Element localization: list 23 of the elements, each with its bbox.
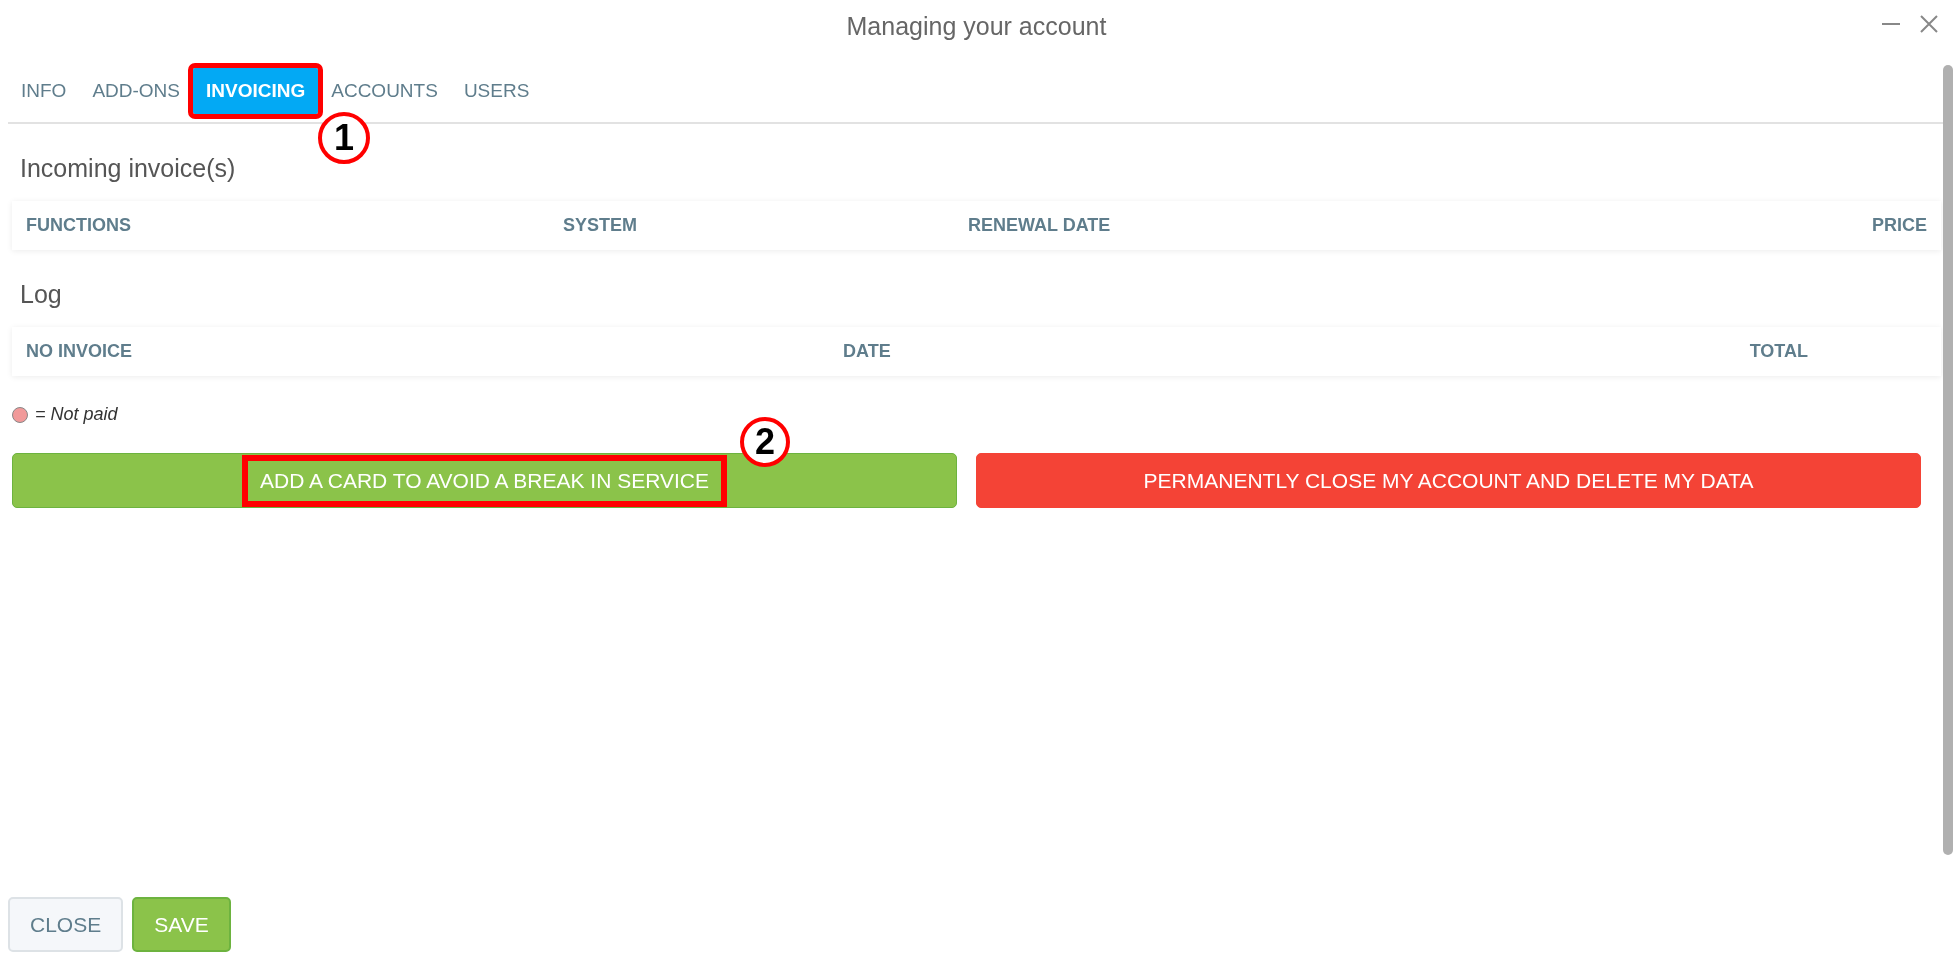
column-header: TOTAL <box>1749 341 1808 362</box>
column-header: PRICE <box>1872 215 1927 236</box>
footer-button[interactable]: SAVE <box>132 897 231 952</box>
column-header: SYSTEM <box>563 215 638 236</box>
legend-label: = Not paid <box>35 404 118 425</box>
column-header: DATE <box>843 341 892 362</box>
tab[interactable]: USERS <box>450 68 543 114</box>
section-title: Incoming invoice(s) <box>20 154 237 183</box>
tab[interactable]: INFO <box>8 68 80 114</box>
column-header: FUNCTIONS <box>26 215 132 236</box>
scrollbar[interactable] <box>1943 65 1953 855</box>
column-header: NO INVOICE <box>26 341 133 362</box>
callout-number: 2 <box>740 417 790 467</box>
column-header: RENEWAL DATE <box>968 215 1112 236</box>
window-title: Managing your account <box>846 11 1107 41</box>
tab[interactable]: ACCOUNTS <box>318 68 451 114</box>
callout-number: 1 <box>318 112 370 164</box>
action-button[interactable]: PERMANENTLY CLOSE MY ACCOUNT AND DELETE MY DATA <box>976 453 1921 508</box>
close-icon[interactable] <box>1919 14 1939 34</box>
action-button[interactable]: ADD A CARD TO AVOID A BREAK IN SERVICE <box>12 453 957 508</box>
section-title: Log <box>20 280 63 309</box>
tab[interactable]: ADD-ONS <box>79 68 193 114</box>
footer-button[interactable]: CLOSE <box>8 897 124 952</box>
